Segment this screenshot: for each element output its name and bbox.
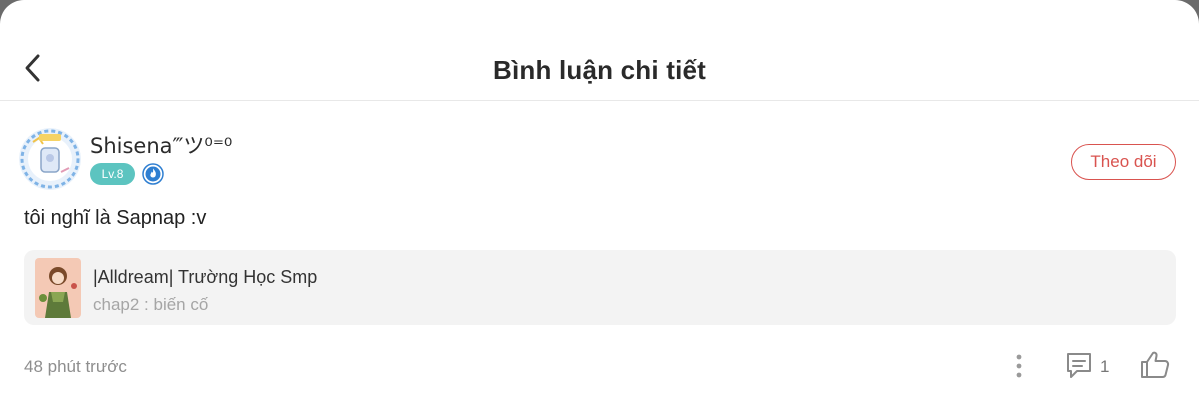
username[interactable]: Shisena‴ツ⁰⁼⁰ [90,130,232,160]
story-chapter: chap2 : biến cố [93,295,209,314]
reply-count: 1 [1100,357,1110,376]
follow-button[interactable]: Theo dõi [1071,144,1176,180]
comment-detail-sheet: Bình luận chi tiết Shisena‴ツ⁰⁼⁰ Lv.8 The… [0,0,1199,404]
like-button[interactable] [1139,349,1171,381]
flame-badge-icon [142,163,164,185]
comment-icon [1067,353,1091,378]
reply-button[interactable]: 1 [1064,350,1124,380]
story-card[interactable]: |Alldream| Trường Học Smp chap2 : biến c… [24,250,1176,325]
story-title: |Alldream| Trường Học Smp [93,267,318,287]
comment-text: tôi nghĩ là Sapnap :v [24,207,207,229]
top-bar: Bình luận chi tiết [0,0,1199,101]
level-badge: Lv.8 [90,163,135,185]
thumbs-up-icon [1141,351,1170,378]
more-options-button[interactable] [1008,352,1030,380]
comment-timestamp: 48 phút trước [24,357,127,376]
story-cover-image [35,258,81,318]
more-vertical-icon [1016,354,1022,378]
user-avatar[interactable] [19,128,81,190]
page-title: Bình luận chi tiết [492,55,707,85]
